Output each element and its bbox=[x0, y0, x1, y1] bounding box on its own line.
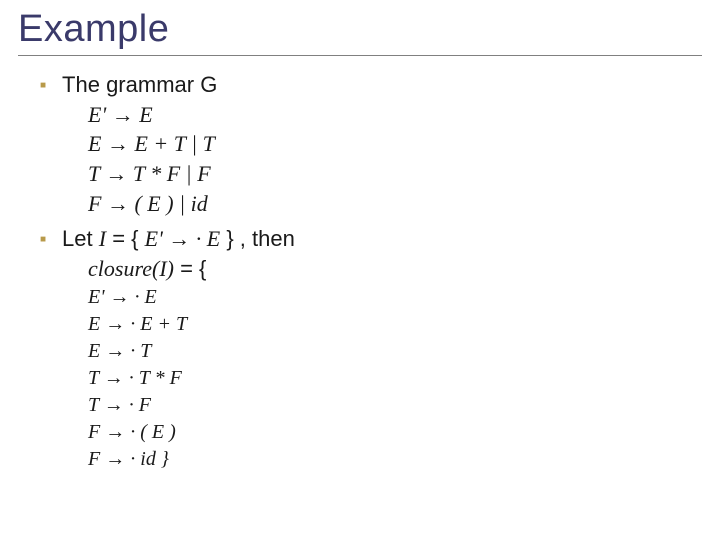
grammar-rule: E → E + T | T bbox=[62, 129, 702, 159]
text: } , then bbox=[220, 226, 295, 251]
slide-title: Example bbox=[18, 8, 702, 56]
bullet-body: Let I = { E' → · E } , then closure(I) =… bbox=[62, 224, 702, 472]
bullet-body: The grammar G E' → E E → E + T | T T → T… bbox=[62, 70, 702, 218]
grammar-rule: E' → E bbox=[62, 100, 702, 130]
bullet-item: ■ The grammar G E' → E E → E + T | T T →… bbox=[40, 70, 702, 218]
text: I bbox=[99, 226, 106, 251]
grammar-lead: The grammar G bbox=[62, 70, 702, 100]
closure-item: F → · id } bbox=[62, 446, 702, 473]
closure-item: T → · F bbox=[62, 392, 702, 419]
square-bullet-icon: ■ bbox=[40, 79, 46, 93]
grammar-rule: F → ( E ) | id bbox=[62, 189, 702, 219]
closure-lead: Let I = { E' → · E } , then bbox=[62, 224, 702, 254]
closure-item: F → · ( E ) bbox=[62, 419, 702, 446]
text: closure bbox=[88, 256, 152, 281]
text: E' → · E bbox=[145, 226, 221, 251]
text: Let bbox=[62, 226, 99, 251]
closure-item: E' → · E bbox=[62, 284, 702, 311]
text: = { bbox=[174, 256, 206, 281]
text: (I) bbox=[152, 256, 174, 281]
text: = { bbox=[106, 226, 145, 251]
grammar-rule: T → T * F | F bbox=[62, 159, 702, 189]
closure-item: E → · T bbox=[62, 338, 702, 365]
bullet-item: ■ Let I = { E' → · E } , then closure(I)… bbox=[40, 224, 702, 472]
square-bullet-icon: ■ bbox=[40, 233, 46, 247]
closure-item: T → · T * F bbox=[62, 365, 702, 392]
closure-item: E → · E + T bbox=[62, 311, 702, 338]
closure-eq: closure(I) = { bbox=[62, 254, 702, 284]
slide-content: ■ The grammar G E' → E E → E + T | T T →… bbox=[18, 70, 702, 473]
slide: Example ■ The grammar G E' → E E → E + T… bbox=[0, 0, 720, 540]
